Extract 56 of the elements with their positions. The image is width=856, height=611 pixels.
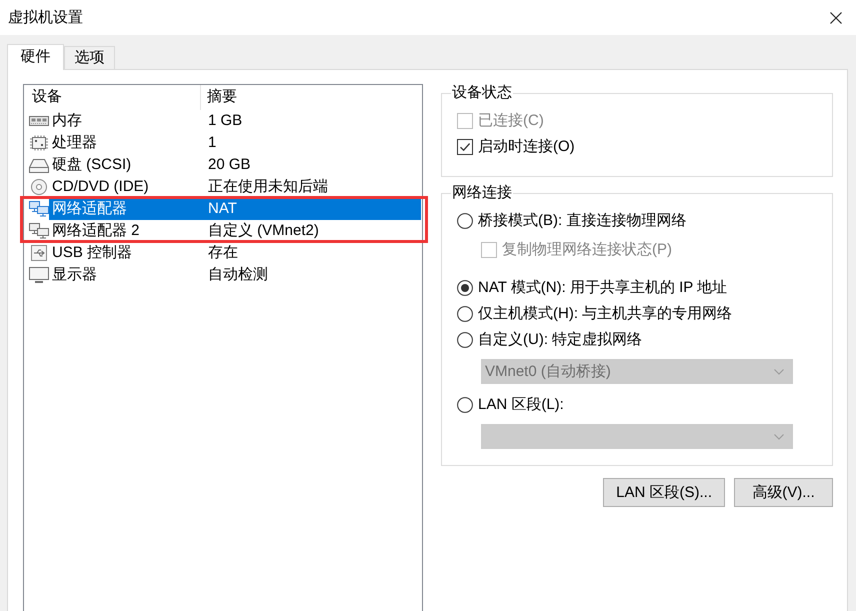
tab[interactable]: 硬件 [7,44,64,70]
close-icon[interactable] [830,12,842,24]
device-summary: 1 [207,132,216,153]
device-summary: 自动检测 [207,264,268,285]
memory-module-icon [29,113,49,129]
hard-drive-icon [29,157,49,173]
radio-label[interactable]: 自定义(U): 特定虚拟网络 [478,330,642,350]
device-summary: 1 GB [207,110,242,131]
radio-label[interactable]: NAT 模式(N): 用于共享主机的 IP 地址 [478,278,728,298]
device-summary: 自定义 (VMnet2) [207,220,319,241]
device-name: 硬盘 (SCSI) [51,154,132,175]
group-title: 网络连接 [451,183,513,203]
device-row[interactable]: 显示器 自动检测 [49,264,421,286]
device-row[interactable]: 网络适配器 2 自定义 (VMnet2) [49,220,421,242]
device-summary: 存在 [207,242,238,263]
device-summary: NAT [207,198,237,219]
network-computers-icon [29,201,49,217]
disc-icon [29,179,49,195]
checkbox[interactable] [457,139,473,155]
column-header[interactable]: 设备 [24,85,201,110]
radio-label[interactable]: 桥接模式(B): 直接连接物理网络 [478,211,686,231]
device-name: 显示器 [51,264,98,285]
device-name: 处理器 [51,132,98,153]
window-title: 虚拟机设置 [8,8,83,28]
device-row[interactable]: 内存 1 GB [49,110,421,132]
radio-label[interactable]: LAN 区段(L): [478,395,564,415]
device-name: USB 控制器 [51,242,134,263]
tab[interactable]: 选项 [64,46,115,69]
dialog-button[interactable]: 高级(V)... [734,478,833,507]
group-title: 设备状态 [451,83,513,103]
device-row[interactable]: CD/DVD (IDE) 正在使用未知后端 [49,176,421,198]
network-computers-icon [29,223,49,239]
device-row[interactable]: 网络适配器 NAT [49,198,421,220]
device-name: 网络适配器 2 [51,220,141,241]
chip-icon [29,135,49,151]
checkbox-label[interactable]: 启动时连接(O) [478,137,575,157]
usb-icon [29,245,49,261]
device-name: 网络适配器 [51,198,128,219]
device-row[interactable]: 处理器 1 [49,132,421,154]
radio-button[interactable] [457,280,473,296]
chevron-down-icon [774,368,784,374]
device-name: CD/DVD (IDE) [51,176,150,197]
device-summary: 20 GB [207,154,251,175]
column-header[interactable]: 摘要 [201,85,422,110]
radio-button[interactable] [457,332,473,348]
radio-button[interactable] [457,306,473,322]
device-name: 内存 [51,110,83,131]
device-row[interactable]: 硬盘 (SCSI) 20 GB [49,154,421,176]
device-row[interactable]: USB 控制器 存在 [49,242,421,264]
radio-button[interactable] [457,397,473,413]
monitor-icon [29,267,49,283]
radio-button[interactable] [457,213,473,229]
radio-label[interactable]: 仅主机模式(H): 与主机共享的专用网络 [478,304,732,324]
chevron-down-icon [774,434,784,440]
device-summary: 正在使用未知后端 [207,176,328,197]
dialog-button[interactable]: LAN 区段(S)... [603,478,725,507]
